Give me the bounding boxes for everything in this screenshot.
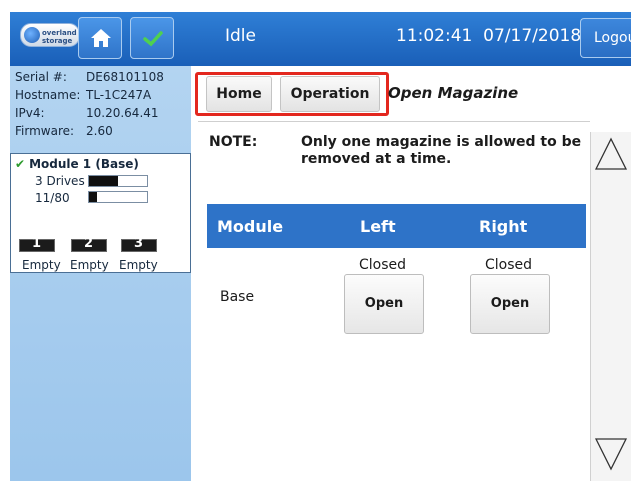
library-info: Serial #: DE68101108 Hostname: TL-1C247A I…	[10, 70, 191, 142]
library-status: Idle	[225, 26, 256, 46]
magazine-1-icon[interactable]: 1	[19, 236, 55, 252]
open-right-magazine-button[interactable]: Open	[470, 274, 550, 334]
note-text: Only one magazine is allowed to be remov…	[301, 134, 582, 167]
magazine-1-status: Empty	[22, 258, 61, 272]
magazine-1-number: 1	[32, 236, 42, 251]
column-header-right: Right	[479, 217, 528, 236]
overland-logo: overland storage	[20, 23, 80, 47]
serial-value: DE68101108	[86, 70, 164, 84]
breadcrumb-operation-button[interactable]: Operation	[280, 76, 380, 112]
magazine-2-number: 2	[84, 236, 94, 251]
table-header: Module Left Right	[207, 204, 586, 248]
page-title: Open Magazine	[388, 84, 519, 102]
magazine-3-icon[interactable]: 3	[121, 236, 157, 252]
magazine-3-number: 3	[134, 236, 144, 251]
logo-text: overland storage	[42, 29, 77, 45]
magazine-2-status: Empty	[70, 258, 109, 272]
magazine-2-icon[interactable]: 2	[71, 236, 107, 252]
slots-bar-fill	[89, 192, 98, 202]
column-header-module: Module	[217, 217, 284, 236]
hostname-value: TL-1C247A	[86, 88, 152, 102]
date-display: 07/17/2018	[483, 26, 582, 46]
firmware-label: Firmware:	[15, 124, 75, 138]
note-label: NOTE:	[209, 134, 258, 150]
slots-label: 11/80	[35, 191, 70, 205]
module-status-box[interactable]: ✔ Module 1 (Base) 3 Drives 11/80 1 2 3 Em…	[10, 153, 191, 273]
left-magazine-status: Closed	[359, 257, 407, 273]
status-check-button[interactable]	[130, 17, 174, 59]
drives-bar	[88, 175, 148, 187]
datetime-display: 11:02:41 07/17/2018	[396, 26, 581, 46]
slots-bar	[88, 191, 148, 203]
logout-button[interactable]: Logout	[580, 18, 631, 58]
library-info-panel: Serial #: DE68101108 Hostname: TL-1C247A I…	[10, 66, 192, 481]
triangle-up-icon[interactable]	[593, 134, 629, 174]
home-button[interactable]	[78, 17, 122, 59]
drives-bar-fill	[89, 176, 118, 186]
open-left-magazine-button[interactable]: Open	[344, 274, 424, 334]
top-bar: overland storage Idle 11:02:41 07/17/201…	[10, 12, 631, 66]
main-content: Home Operation Open Magazine NOTE: Only …	[191, 66, 631, 481]
check-icon	[143, 31, 163, 47]
time-display: 11:02:41	[396, 26, 473, 46]
module-title-text: Module 1 (Base)	[29, 157, 139, 171]
logo-emblem-icon	[24, 27, 40, 43]
row-module-name: Base	[220, 289, 255, 305]
home-icon	[91, 29, 111, 47]
right-magazine-status: Closed	[485, 257, 533, 273]
ipv4-value: 10.20.64.41	[86, 106, 159, 120]
breadcrumb-home-button[interactable]: Home	[206, 76, 272, 112]
check-icon: ✔	[15, 157, 26, 171]
hostname-label: Hostname:	[15, 88, 81, 102]
divider	[198, 121, 590, 122]
column-header-left: Left	[360, 217, 396, 236]
scrollbar[interactable]	[590, 132, 631, 481]
magazine-3-status: Empty	[119, 258, 158, 272]
triangle-down-icon[interactable]	[593, 434, 629, 474]
ipv4-label: IPv4:	[15, 106, 45, 120]
drives-label: 3 Drives	[35, 174, 85, 188]
module-title: ✔ Module 1 (Base)	[15, 157, 139, 171]
firmware-value: 2.60	[86, 124, 113, 138]
serial-label: Serial #:	[15, 70, 67, 84]
